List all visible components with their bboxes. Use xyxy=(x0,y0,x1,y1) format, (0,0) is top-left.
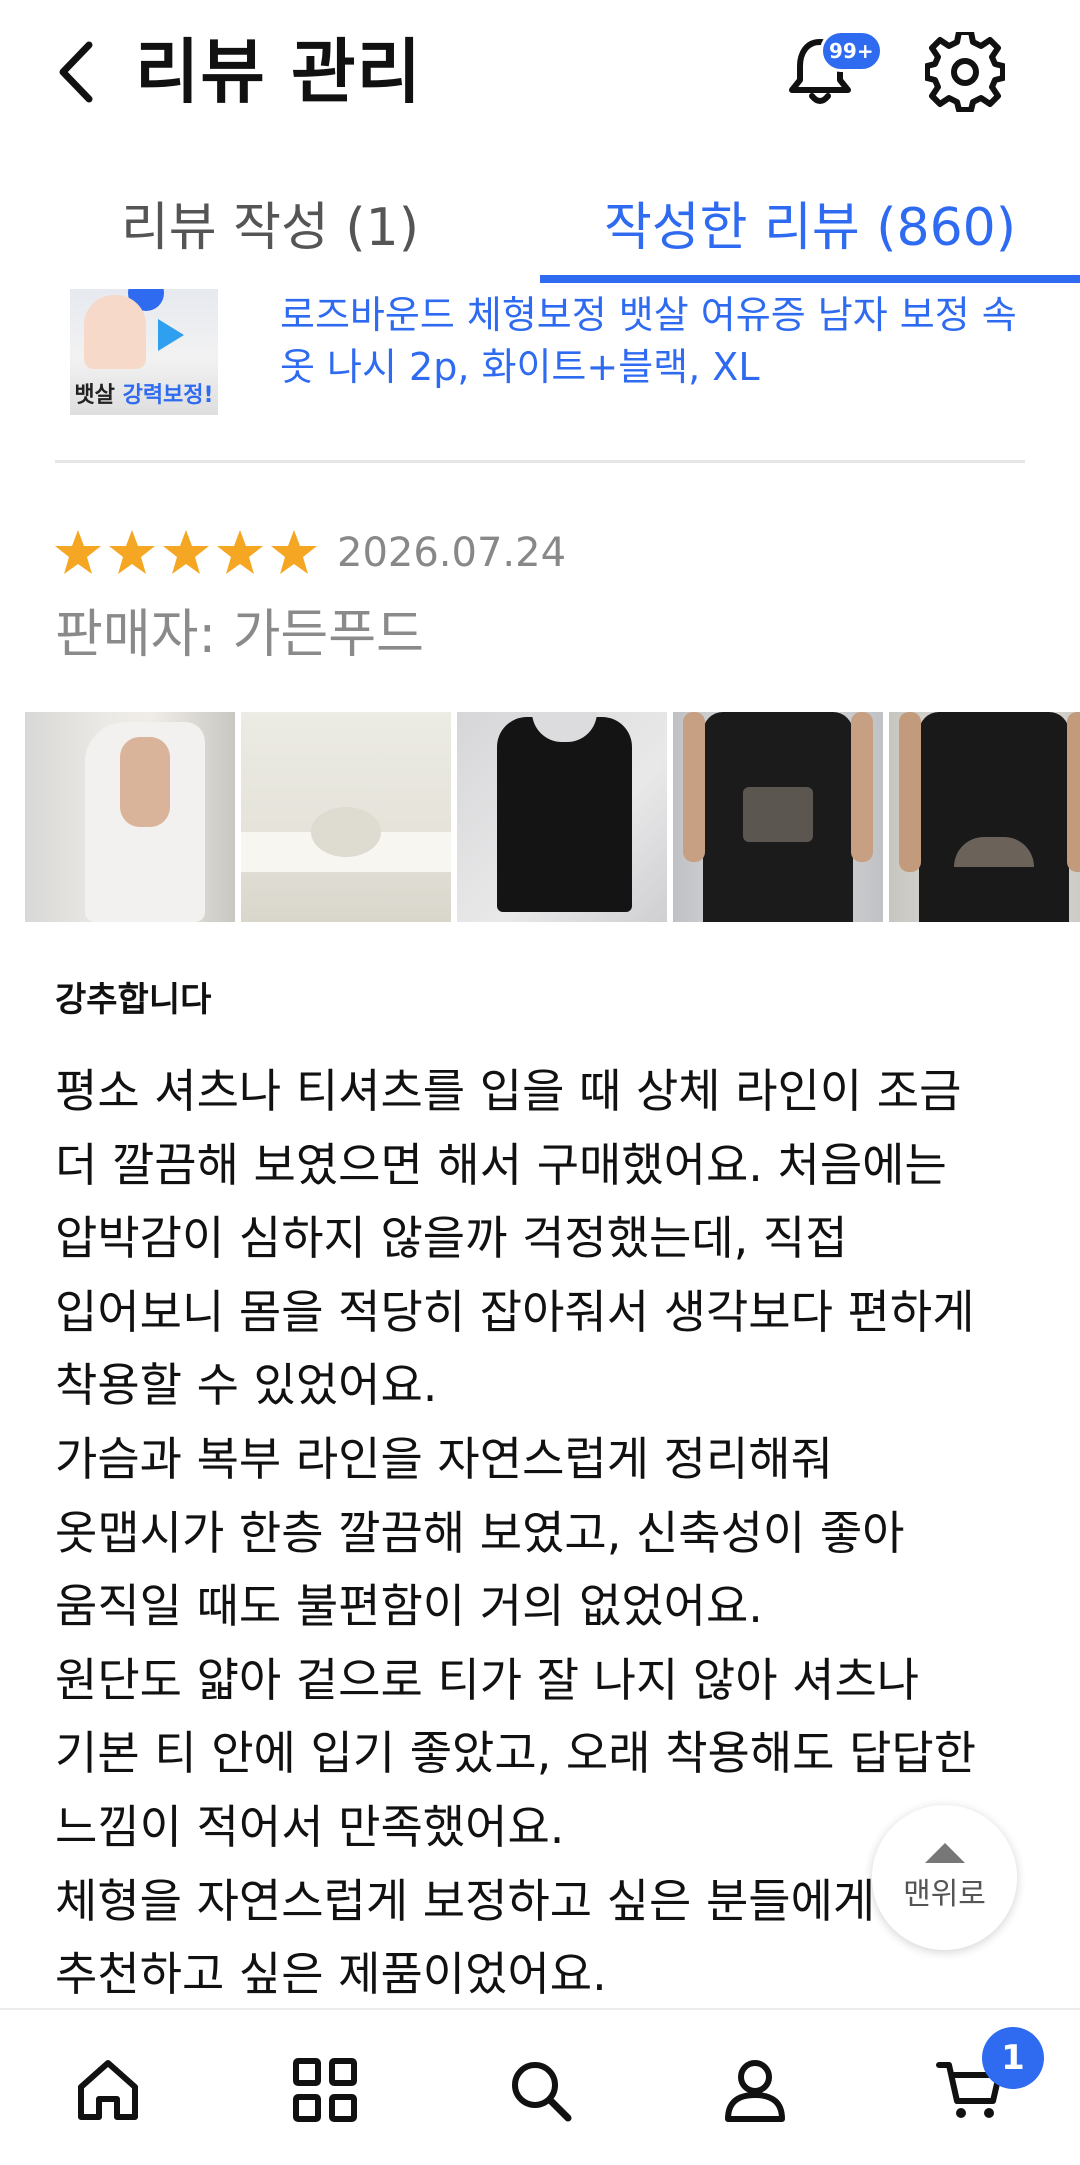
scroll-to-top-button[interactable]: 맨위로 xyxy=(872,1805,1017,1950)
active-tab-indicator xyxy=(540,275,1080,283)
category-grid-icon xyxy=(293,2058,357,2122)
tab-written-reviews[interactable]: 작성한 리뷰 (860) xyxy=(540,160,1080,285)
star-icon xyxy=(163,530,209,574)
review-photo[interactable] xyxy=(25,712,235,922)
photo-fabric-fold xyxy=(311,807,381,857)
gear-icon xyxy=(924,29,1006,113)
star-icon xyxy=(55,530,101,574)
profile-icon xyxy=(725,2060,785,2122)
nav-category[interactable] xyxy=(275,2040,375,2140)
search-icon xyxy=(512,2062,572,2122)
thumb-caption-highlight: 강력보정! xyxy=(122,383,214,408)
photo-arm-left xyxy=(683,712,705,862)
nav-search[interactable] xyxy=(490,2040,590,2140)
review-title: 강추합니다 xyxy=(55,980,212,1020)
review-date: 2026.07.24 xyxy=(337,530,567,576)
tab-write-review[interactable]: 리뷰 작성 (1) xyxy=(40,160,500,285)
notification-badge: 99+ xyxy=(820,30,883,72)
thumb-caption: 뱃살 강력보정! xyxy=(70,377,218,409)
scroll-to-top-label: 맨위로 xyxy=(903,1876,986,1912)
page-title: 리뷰 관리 xyxy=(135,31,422,113)
photo-arm-right xyxy=(851,712,873,862)
thumb-caption-plain: 뱃살 xyxy=(74,383,115,408)
seller-name: 판매자: 가든푸드 xyxy=(55,605,424,665)
photo-arm-right xyxy=(1067,712,1080,872)
review-photos xyxy=(25,712,1080,922)
arrow-up-icon xyxy=(924,1842,965,1863)
star-icon xyxy=(109,530,155,574)
star-rating xyxy=(53,528,319,578)
star-icon xyxy=(217,530,263,574)
photo-mesh-panel xyxy=(743,787,813,842)
review-photo[interactable] xyxy=(241,712,451,922)
back-button[interactable] xyxy=(40,30,110,114)
product-name[interactable]: 로즈바운드 체형보정 뱃살 여유증 남자 보정 속옷 나시 2p, 화이트+블랙… xyxy=(280,289,1040,393)
app-header: 리뷰 관리 99+ xyxy=(0,0,1080,150)
review-tabs: 리뷰 작성 (1) 작성한 리뷰 (860) xyxy=(0,160,1080,285)
star-icon xyxy=(271,530,317,574)
bottom-navigation xyxy=(0,2008,1080,2165)
nav-my-page[interactable] xyxy=(705,2040,805,2140)
divider xyxy=(55,460,1025,463)
product-summary[interactable]: 뱃살 강력보정! 로즈바운드 체형보정 뱃살 여유증 남자 보정 속옷 나시 2… xyxy=(0,285,1080,460)
nav-home[interactable] xyxy=(58,2040,158,2140)
photo-arm-left xyxy=(899,712,921,872)
photo-arm xyxy=(120,737,170,827)
review-photo[interactable] xyxy=(889,712,1080,922)
cart-count-badge: 1 xyxy=(982,2027,1044,2089)
product-thumbnail[interactable]: 뱃살 강력보정! xyxy=(70,289,218,415)
settings-button[interactable] xyxy=(924,29,1006,113)
chevron-left-icon xyxy=(59,41,93,103)
review-photo[interactable] xyxy=(673,712,883,922)
photo-black-vest xyxy=(497,717,632,912)
arrow-right-icon xyxy=(158,319,184,351)
review-photo[interactable] xyxy=(457,712,667,922)
home-icon xyxy=(78,2060,138,2120)
photo-worn-back xyxy=(919,712,1069,922)
thumb-figure xyxy=(84,295,146,369)
